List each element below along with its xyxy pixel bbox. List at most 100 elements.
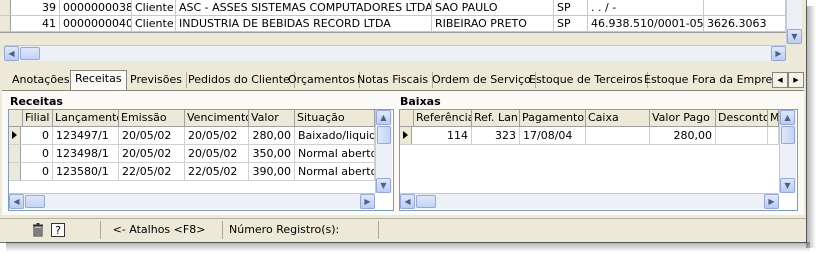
tab-notas-fiscais[interactable]: Notas Fiscais: [353, 72, 434, 88]
receitas-vertical-scrollbar[interactable]: ▲ ▼: [375, 110, 392, 193]
table-row[interactable]: 0 123497/1 20/05/02 20/05/02 280,00 Baix…: [9, 127, 375, 145]
current-row-indicator: [9, 127, 21, 144]
table-row[interactable]: 0 123580/1 22/05/02 22/05/02 390,00 Norm…: [9, 163, 375, 181]
baixas-header: Referência Ref. Lan. Pagamento Caixa Val…: [400, 110, 779, 127]
scroll-down-icon[interactable]: ▼: [780, 178, 795, 193]
table-row[interactable]: 41 0000000040 Cliente INDUSTRIA DE BEBID…: [0, 16, 786, 32]
scroll-right-icon[interactable]: ▶: [360, 194, 375, 209]
cell-caixa: [586, 127, 650, 144]
scroll-left-icon[interactable]: ◀: [400, 194, 415, 209]
header-indicator: [400, 110, 414, 126]
col-filial[interactable]: Filial: [23, 110, 53, 126]
cell-vencimento: 20/05/02: [185, 145, 249, 162]
cell-vencimento: 22/05/02: [185, 163, 249, 180]
client-city: RIBEIRAO PRETO: [432, 16, 554, 31]
col-situacao[interactable]: Situação: [295, 110, 375, 126]
table-row[interactable]: 0 123498/1 20/05/02 20/05/02 350,00 Norm…: [9, 145, 375, 163]
scroll-down-icon[interactable]: ▼: [787, 29, 802, 44]
baixas-vertical-scrollbar[interactable]: ▲ ▼: [779, 110, 796, 193]
receitas-title: Receitas: [10, 95, 63, 108]
tab-scroll-right-icon[interactable]: ▶: [788, 72, 804, 88]
baixas-title: Baixas: [400, 95, 441, 108]
tab-orcamentos[interactable]: Orçamentos: [284, 72, 360, 88]
tab-estoque-fora-da-empresa[interactable]: Estoque Fora da Empresa: [640, 72, 790, 88]
col-emissao[interactable]: Emissão: [119, 110, 185, 126]
col-ref-lan[interactable]: Ref. Lan.: [472, 110, 520, 126]
client-uf: SP: [554, 16, 588, 31]
tab-strip: Anotações Receitas Previsões Pedidos do …: [0, 70, 806, 90]
clients-vertical-scrollbar[interactable]: ▼: [786, 0, 802, 44]
client-extra: [704, 0, 786, 15]
scroll-thumb[interactable]: [416, 195, 436, 208]
clients-horizontal-scrollbar[interactable]: ◀ ▶: [4, 45, 786, 61]
row-pointer-icon: [12, 131, 17, 139]
tab-scroll-controls: ◀ ▶: [772, 72, 804, 88]
col-vencimento[interactable]: Vencimento: [185, 110, 249, 126]
row-number: 41: [10, 16, 60, 31]
scroll-thumb[interactable]: [20, 47, 40, 60]
window-shadow: [806, 6, 816, 248]
col-desconto[interactable]: Desconto: [716, 110, 768, 126]
col-lancamento[interactable]: Lançamento: [53, 110, 119, 126]
col-valor[interactable]: Valor: [249, 110, 295, 126]
scroll-right-icon[interactable]: ▶: [764, 194, 779, 209]
scroll-thumb[interactable]: [25, 195, 45, 208]
tab-anotacoes[interactable]: Anotações: [8, 72, 75, 88]
col-referencia[interactable]: Referência: [414, 110, 472, 126]
receitas-horizontal-scrollbar[interactable]: ◀ ▶: [9, 193, 375, 209]
col-caixa[interactable]: Caixa: [586, 110, 650, 126]
cell-emissao: 20/05/02: [119, 145, 185, 162]
scroll-thumb[interactable]: [781, 126, 795, 144]
trash-icon[interactable]: [30, 222, 46, 238]
client-code: 0000000038: [60, 0, 132, 15]
tab-ordem-de-servico[interactable]: Ordem de Serviço: [428, 72, 536, 88]
col-m[interactable]: M: [768, 110, 779, 126]
cell-lancamento: 123497/1: [53, 127, 119, 144]
help-icon[interactable]: ?: [50, 222, 66, 238]
scroll-left-icon[interactable]: ◀: [9, 194, 24, 209]
col-valor-pago[interactable]: Valor Pago: [650, 110, 716, 126]
baixas-horizontal-scrollbar[interactable]: ◀ ▶: [400, 193, 779, 209]
client-extra: 3626.3063: [704, 16, 786, 31]
scroll-right-icon[interactable]: ▶: [771, 46, 786, 61]
cell-filial: 0: [21, 145, 53, 162]
shortcuts-panel[interactable]: <- Atalhos <F8>: [100, 221, 217, 239]
row-indicator: [9, 145, 21, 162]
tab-scroll-left-icon[interactable]: ◀: [772, 72, 788, 88]
client-name: ASC - ASSES SISTEMAS COMPUTADORES LTDA: [176, 0, 432, 15]
svg-text:?: ?: [55, 224, 61, 237]
table-row[interactable]: 114 323 17/08/04 280,00: [400, 127, 779, 145]
client-type: Cliente: [132, 16, 176, 31]
col-pagamento[interactable]: Pagamento: [520, 110, 586, 126]
status-empty-panel: [378, 221, 805, 239]
tab-previsoes[interactable]: Previsões: [126, 72, 188, 88]
scroll-left-icon[interactable]: ◀: [4, 46, 19, 61]
cell-emissao: 22/05/02: [119, 163, 185, 180]
client-doc: 46.938.510/0001-05: [588, 16, 704, 31]
row-number: 39: [10, 0, 60, 15]
cell-lancamento: 123498/1: [53, 145, 119, 162]
scroll-down-icon[interactable]: ▼: [376, 178, 391, 193]
cell-referencia: 114: [412, 127, 472, 144]
scroll-up-icon[interactable]: ▲: [780, 110, 795, 125]
clients-grid[interactable]: 39 0000000038 Cliente ASC - ASSES SISTEM…: [0, 0, 786, 33]
tab-pedidos-do-cliente[interactable]: Pedidos do Cliente: [184, 72, 295, 88]
cell-valor: 390,00: [249, 163, 295, 180]
client-type: Cliente: [132, 0, 176, 15]
cell-situacao: Baixado/liquida: [295, 127, 375, 144]
tab-receitas[interactable]: Receitas: [70, 70, 127, 90]
cell-vencimento: 20/05/02: [185, 127, 249, 144]
header-indicator: [9, 110, 23, 126]
table-row[interactable]: 39 0000000038 Cliente ASC - ASSES SISTEM…: [0, 0, 786, 16]
cell-valor: 280,00: [249, 127, 295, 144]
client-doc: . . / -: [588, 0, 704, 15]
scroll-thumb[interactable]: [377, 126, 391, 144]
tab-estoque-de-terceiros[interactable]: Estoque de Terceiros: [525, 72, 648, 88]
receitas-grid[interactable]: Filial Lançamento Emissão Vencimento Val…: [8, 109, 394, 211]
row-pointer-icon: [403, 131, 408, 139]
scroll-up-icon[interactable]: ▲: [376, 110, 391, 125]
baixas-grid[interactable]: Referência Ref. Lan. Pagamento Caixa Val…: [399, 109, 798, 211]
cell-filial: 0: [21, 127, 53, 144]
client-uf: SP: [554, 0, 588, 15]
row-indicator: [9, 163, 21, 180]
